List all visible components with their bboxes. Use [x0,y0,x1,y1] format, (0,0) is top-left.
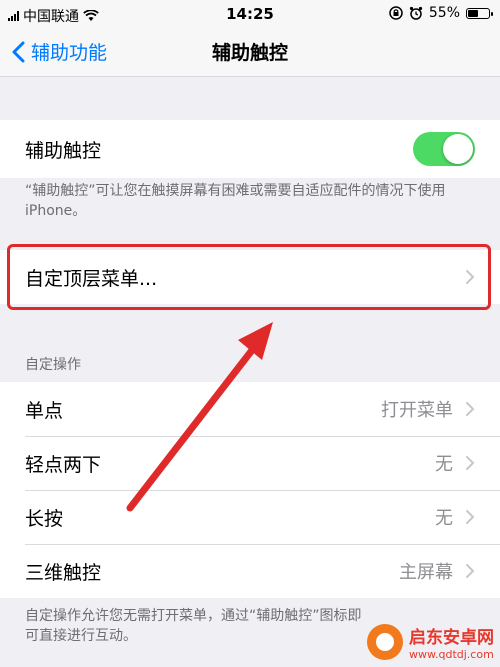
chevron-right-icon [466,402,475,416]
watermark: 启东安卓网 www.qdtdj.com [367,623,494,661]
assistive-touch-row: 辅助触控 [0,120,500,178]
action-label: 单点 [25,399,64,422]
battery-icon [466,7,493,19]
assistive-touch-description: “辅助触控”可让您在触摸屏幕有困难或需要自适应配件的情况下使用 iPhone。 [25,183,446,219]
action-label: 长按 [25,507,64,530]
assistive-touch-toggle[interactable] [413,132,475,166]
chevron-right-icon [466,564,475,578]
navigation-bar: 辅助功能 辅助触控 [0,28,500,77]
watermark-title: 启东安卓网 [409,628,494,648]
action-row-3d-touch[interactable]: 三维触控 主屏幕 [0,544,500,598]
battery-percent: 55% [428,5,460,21]
action-value: 无 [435,508,453,529]
action-value: 主屏幕 [399,562,453,583]
toggle-knob [443,134,473,164]
status-right: 55% [389,5,493,21]
chevron-right-icon [466,456,475,470]
action-value: 无 [435,454,453,475]
action-row-double-tap[interactable]: 轻点两下 无 [0,436,500,490]
action-label: 三维触控 [25,561,102,584]
orientation-lock-icon [389,6,403,20]
custom-actions-group: 单点 打开菜单 轻点两下 无 长按 无 三维触控 主屏幕 [0,382,500,598]
assistive-touch-group: 辅助触控 [0,120,500,178]
watermark-logo-icon [367,624,403,660]
page-title: 辅助触控 [211,42,288,64]
custom-actions-footer: 自定操作允许您无需打开菜单，通过“辅助触控”图标即可直接进行互动。 [25,608,362,644]
action-value: 打开菜单 [381,400,453,421]
action-row-single-tap[interactable]: 单点 打开菜单 [0,382,500,436]
status-bar: 中国联通 14:25 55% [0,0,500,28]
custom-actions-header: 自定操作 [25,357,81,373]
chevron-right-icon [466,510,475,524]
action-label: 轻点两下 [25,453,102,476]
assistive-touch-label: 辅助触控 [25,139,102,162]
highlight-box [7,244,491,310]
alarm-icon [409,6,422,20]
watermark-url: www.qdtdj.com [409,648,494,661]
action-row-long-press[interactable]: 长按 无 [0,490,500,544]
